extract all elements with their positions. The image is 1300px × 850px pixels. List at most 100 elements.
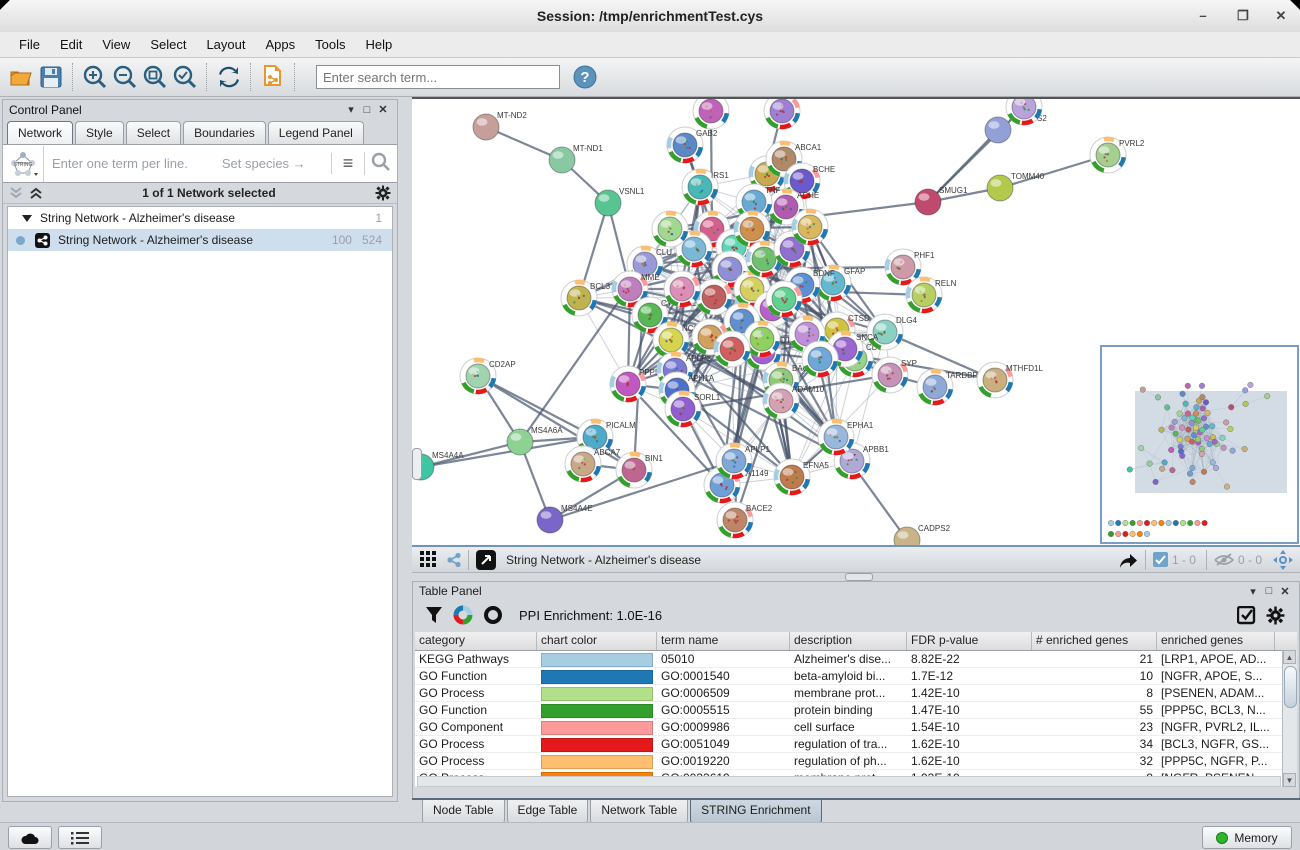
node-MS4A4E[interactable]: MS4A4E <box>537 504 593 533</box>
string-logo-icon[interactable]: STRING <box>3 146 44 182</box>
tab-node-table[interactable]: Node Table <box>422 800 505 824</box>
menu-edit[interactable]: Edit <box>51 34 91 55</box>
table-row[interactable]: GO FunctionGO:0005515protein binding1.47… <box>415 702 1297 719</box>
tab-edge-table[interactable]: Edge Table <box>507 800 589 824</box>
column-header-chart-color[interactable]: chart color <box>537 632 657 650</box>
help-icon[interactable]: ? <box>570 62 600 92</box>
column-header--enriched-genes[interactable]: # enriched genes <box>1032 632 1157 650</box>
string-search-icon[interactable] <box>364 152 397 175</box>
node-PVRL2[interactable]: PVRL2 <box>1090 137 1145 173</box>
maximize-button[interactable]: ❐ <box>1234 8 1252 24</box>
table-row[interactable]: GO ProcessGO:0006509membrane prot...1.42… <box>415 685 1297 702</box>
birds-eye-graph[interactable] <box>1102 347 1297 542</box>
node-CADPS2[interactable]: CADPS2 <box>894 524 951 545</box>
node-TARDBP[interactable]: TARDBP <box>917 369 978 405</box>
node-protein[interactable] <box>652 211 688 247</box>
close-button[interactable]: ✕ <box>1272 8 1290 24</box>
ring-chart-icon[interactable] <box>483 605 503 625</box>
menu-file[interactable]: File <box>10 34 49 55</box>
node-protein[interactable] <box>764 99 800 129</box>
network-options-gear-icon[interactable] <box>375 185 391 201</box>
network-row[interactable]: String Network - Alzheimer's disease 100… <box>8 229 392 251</box>
scroll-up-icon[interactable]: ▲ <box>1283 650 1296 664</box>
tab-string-enrichment[interactable]: STRING Enrichment <box>690 800 821 824</box>
column-header-description[interactable]: description <box>790 632 907 650</box>
panel-splitter-handle[interactable] <box>845 573 873 581</box>
import-network-icon[interactable] <box>258 62 288 92</box>
node-IRS1[interactable]: IRS1 <box>682 169 729 205</box>
panel-close-icon[interactable]: ✕ <box>375 103 391 116</box>
node-BACE2[interactable]: BACE2 <box>717 502 773 538</box>
selected-checkbox-icon[interactable] <box>1153 552 1168 567</box>
table-row[interactable]: GO FunctionGO:0001540beta-amyloid bi...1… <box>415 668 1297 685</box>
tab-style[interactable]: Style <box>75 121 124 144</box>
panel-float-icon[interactable]: □ <box>359 104 375 116</box>
settings-gear-icon[interactable] <box>1266 606 1285 625</box>
table-horizontal-scrollbar[interactable] <box>417 776 1281 787</box>
menu-layout[interactable]: Layout <box>197 34 254 55</box>
table-row[interactable]: GO ProcessGO:0051049regulation of tra...… <box>415 736 1297 753</box>
set-species-hint[interactable]: Set species → <box>222 156 306 171</box>
node-protein[interactable] <box>714 331 750 367</box>
export-network-icon[interactable] <box>1117 549 1139 571</box>
node-protein[interactable] <box>802 341 838 377</box>
tab-boundaries[interactable]: Boundaries <box>183 121 266 144</box>
string-search-input[interactable]: Enter one term per line. Set species → <box>44 156 331 171</box>
node-ABCA7[interactable]: ABCA7 <box>565 446 621 482</box>
search-input[interactable] <box>316 65 560 89</box>
chart-donut-icon[interactable] <box>453 605 473 625</box>
panel-close-icon[interactable]: ✕ <box>1277 585 1293 598</box>
menu-tools[interactable]: Tools <box>306 34 354 55</box>
scroll-down-icon[interactable]: ▼ <box>1283 773 1296 787</box>
node-MTHFD1L[interactable]: MTHFD1L <box>977 362 1043 398</box>
tab-network[interactable]: Network <box>7 121 73 144</box>
node-CD2AP[interactable]: CD2AP <box>460 358 516 394</box>
tab-network-table[interactable]: Network Table <box>590 800 688 824</box>
refresh-icon[interactable] <box>214 62 244 92</box>
network-collection-row[interactable]: String Network - Alzheimer's disease 1 <box>8 207 392 229</box>
table-row[interactable]: KEGG Pathways05010Alzheimer's dise...8.8… <box>415 651 1297 668</box>
zoom-in-icon[interactable] <box>80 62 110 92</box>
panel-float-icon[interactable]: □ <box>1261 585 1277 597</box>
table-row[interactable]: GO ComponentGO:0009986cell surface1.54E-… <box>415 719 1297 736</box>
column-header-category[interactable]: category <box>415 632 537 650</box>
select-columns-icon[interactable] <box>1237 606 1256 625</box>
expand-all-icon[interactable] <box>29 186 43 200</box>
panel-collapse-handle[interactable] <box>412 448 422 480</box>
node-DLG4[interactable]: DLG4 <box>867 314 917 350</box>
cloud-tasks-button[interactable] <box>8 826 52 849</box>
tab-legend-panel[interactable]: Legend Panel <box>268 121 364 144</box>
filter-icon[interactable] <box>425 606 443 624</box>
node-VSNL1[interactable]: VSNL1 <box>595 187 645 216</box>
node-TOMM40[interactable]: TOMM40 <box>987 172 1045 201</box>
menu-view[interactable]: View <box>93 34 139 55</box>
table-row[interactable]: GO ProcessGO:0019220regulation of ph...1… <box>415 753 1297 770</box>
zoom-selected-icon[interactable] <box>170 62 200 92</box>
panel-menu-icon[interactable]: ▾ <box>343 103 359 116</box>
share-view-icon[interactable] <box>446 552 462 568</box>
column-header-enriched-genes[interactable]: enriched genes <box>1157 632 1275 650</box>
table-vertical-scrollbar[interactable]: ▲ ▼ <box>1282 650 1297 787</box>
grid-view-icon[interactable] <box>420 551 438 569</box>
collapse-all-icon[interactable] <box>9 186 23 200</box>
minimize-button[interactable]: – <box>1194 8 1212 24</box>
panel-menu-icon[interactable]: ▾ <box>1245 585 1261 598</box>
birds-eye-view[interactable] <box>1100 345 1299 544</box>
node-MT-ND2[interactable]: MT-ND2 <box>473 111 527 140</box>
save-session-icon[interactable] <box>36 62 66 92</box>
node-protein[interactable] <box>693 99 729 129</box>
navigator-icon[interactable] <box>1272 549 1294 571</box>
scrollbar-thumb[interactable] <box>1284 666 1297 708</box>
tree-expand-icon[interactable] <box>22 213 32 223</box>
node-MT-ND1[interactable]: MT-ND1 <box>549 144 603 173</box>
tab-select[interactable]: Select <box>126 121 181 144</box>
node-SYP[interactable]: SYP <box>872 357 917 393</box>
column-header-term-name[interactable]: term name <box>657 632 790 650</box>
annotation-mode-icon[interactable] <box>476 550 496 570</box>
column-header-FDR-p-value[interactable]: FDR p-value <box>907 632 1032 650</box>
node-EFNA5[interactable]: EFNA5 <box>774 459 829 495</box>
task-list-button[interactable] <box>58 826 102 849</box>
menu-select[interactable]: Select <box>141 34 195 55</box>
string-menu-icon[interactable]: ≡ <box>331 153 364 174</box>
node-protein[interactable] <box>664 271 700 307</box>
